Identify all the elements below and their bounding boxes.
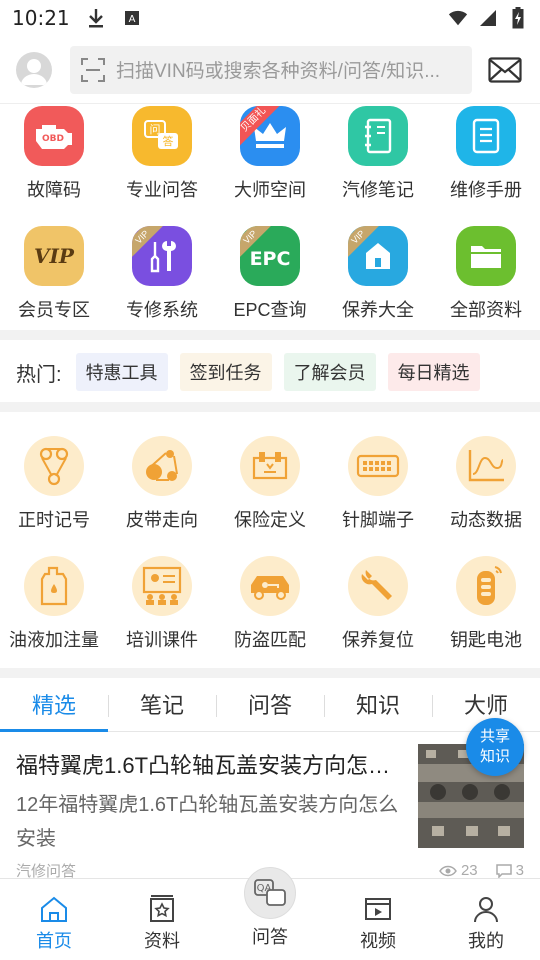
manual-book-icon (456, 106, 516, 166)
key-fob-icon (456, 556, 516, 616)
anti-theft-match-item[interactable]: 防盗匹配 (216, 554, 324, 674)
maintenance-guide-item[interactable]: VIP 保养大全 (324, 224, 432, 344)
qa-center-icon: QA (244, 867, 296, 919)
main-function-grid: OBD 故障码 问答 专业问答 贝面礼 大师空间 汽修笔记 维修手册 VIP 会… (0, 104, 540, 344)
training-courses-item[interactable]: 培训课件 (108, 554, 216, 674)
video-icon (365, 898, 391, 920)
chart-line-icon (456, 436, 516, 496)
user-avatar-icon (21, 58, 47, 85)
svg-text:A: A (128, 14, 135, 25)
timing-marks-item[interactable]: 正时记号 (0, 434, 108, 554)
tab-notes[interactable]: 笔记 (108, 680, 216, 732)
oil-bottle-icon (24, 556, 84, 616)
fuse-definition-item[interactable]: 保险定义 (216, 434, 324, 554)
chip-learn-vip[interactable]: 了解会员 (283, 353, 376, 391)
section-divider (0, 402, 540, 412)
eye-icon (439, 865, 457, 876)
tab-knowledge[interactable]: 知识 (324, 680, 432, 732)
comment-count: 3 (515, 862, 524, 879)
vip-zone-item[interactable]: VIP 会员专区 (0, 224, 108, 344)
timing-gear-icon (24, 436, 84, 496)
fluid-capacity-item[interactable]: 油液加注量 (0, 554, 108, 674)
vip-icon: VIP (24, 226, 84, 286)
wifi-icon (448, 8, 468, 28)
battery-charging-icon (508, 7, 528, 29)
maintenance-reset-item[interactable]: 保养复位 (324, 554, 432, 674)
special-repair-item[interactable]: VIP 专修系统 (108, 224, 216, 344)
fuse-box-icon (240, 436, 300, 496)
live-data-item[interactable]: 动态数据 (432, 434, 540, 554)
connector-pins-icon (348, 436, 408, 496)
chip-deals-tools[interactable]: 特惠工具 (75, 353, 168, 391)
crown-icon: 贝面礼 (240, 106, 300, 166)
bottom-nav: 首页 资料 QA 问答 视频 我的 (0, 867, 540, 960)
obd-engine-icon: OBD (24, 106, 84, 166)
status-time: 10:21 (12, 6, 70, 30)
belt-routing-item[interactable]: 皮带走向 (108, 434, 216, 554)
search-placeholder: 扫描VIN码或搜索各种资料/问答/知识... (116, 61, 441, 82)
tab-featured[interactable]: 精选 (0, 680, 108, 732)
house-icon: VIP (348, 226, 408, 286)
nav-home[interactable]: 首页 (0, 879, 108, 960)
training-board-icon (132, 556, 192, 616)
svg-text:答: 答 (163, 134, 174, 148)
belt-pulley-icon (132, 436, 192, 496)
chip-checkin-tasks[interactable]: 签到任务 (179, 353, 272, 391)
hot-label: 热门: (16, 363, 62, 386)
app-notification-icon: A (122, 8, 142, 28)
status-bar: 10:21 A (0, 0, 540, 36)
tools-icon: VIP (132, 226, 192, 286)
article-title: 福特翼虎1.6T凸轮轴瓦盖安装方向怎么安装 (16, 753, 408, 778)
notebook-icon (348, 106, 408, 166)
key-battery-item[interactable]: 钥匙电池 (432, 554, 540, 674)
section-divider (0, 330, 540, 340)
top-bar: 扫描VIN码或搜索各种资料/问答/知识... (0, 36, 540, 104)
hot-topics-bar: 热门: 特惠工具 签到任务 了解会员 每日精选 (0, 342, 540, 402)
pin-terminal-item[interactable]: 针脚端子 (324, 434, 432, 554)
bookmark-star-icon (150, 895, 174, 922)
download-icon (86, 8, 106, 28)
tab-qa[interactable]: 问答 (216, 680, 324, 732)
all-materials-item[interactable]: 全部资料 (432, 224, 540, 344)
qa-bubble-icon: 问答 (132, 106, 192, 166)
section-divider (0, 668, 540, 678)
nav-materials[interactable]: 资料 (108, 879, 216, 960)
chip-daily-picks[interactable]: 每日精选 (387, 353, 480, 391)
article-summary: 12年福特翼虎1.6T凸轮轴瓦盖安装方向怎么安装 (16, 794, 399, 850)
home-icon (41, 896, 67, 922)
master-space-item[interactable]: 贝面礼 大师空间 (216, 104, 324, 224)
content-tabs: 精选 笔记 问答 知识 大师 (0, 680, 540, 732)
repair-notes-item[interactable]: 汽修笔记 (324, 104, 432, 224)
nav-profile[interactable]: 我的 (432, 879, 540, 960)
mail-icon[interactable] (488, 56, 522, 83)
wrench-icon (348, 556, 408, 616)
svg-text:OBD: OBD (42, 134, 64, 144)
epc-icon: VIP EPC (240, 226, 300, 286)
article-card[interactable]: 福特翼虎1.6T凸轮轴瓦盖安装方向怎么安装 12年福特翼虎1.6T凸轮轴瓦盖安装… (0, 732, 540, 880)
tech-data-grid: 正时记号 皮带走向 保险定义 针脚端子 动态数据 油液加注量 培训课件 防盗匹配… (0, 434, 540, 674)
epc-query-item[interactable]: VIP EPC EPC查询 (216, 224, 324, 344)
car-key-icon (240, 556, 300, 616)
folder-icon (456, 226, 516, 286)
search-input[interactable]: 扫描VIN码或搜索各种资料/问答/知识... (70, 45, 472, 94)
avatar[interactable] (16, 51, 52, 88)
share-knowledge-button[interactable]: 共享 知识 (466, 718, 524, 776)
signal-icon (478, 8, 498, 28)
comment-icon (495, 863, 512, 878)
nav-qa[interactable]: QA 问答 (216, 867, 324, 960)
repair-manual-item[interactable]: 维修手册 (432, 104, 540, 224)
expert-qa-item[interactable]: 问答 专业问答 (108, 104, 216, 224)
fault-code-item[interactable]: OBD 故障码 (0, 104, 108, 224)
scan-icon[interactable] (80, 57, 106, 83)
view-count: 23 (460, 862, 478, 879)
user-icon (474, 897, 498, 923)
nav-video[interactable]: 视频 (324, 879, 432, 960)
